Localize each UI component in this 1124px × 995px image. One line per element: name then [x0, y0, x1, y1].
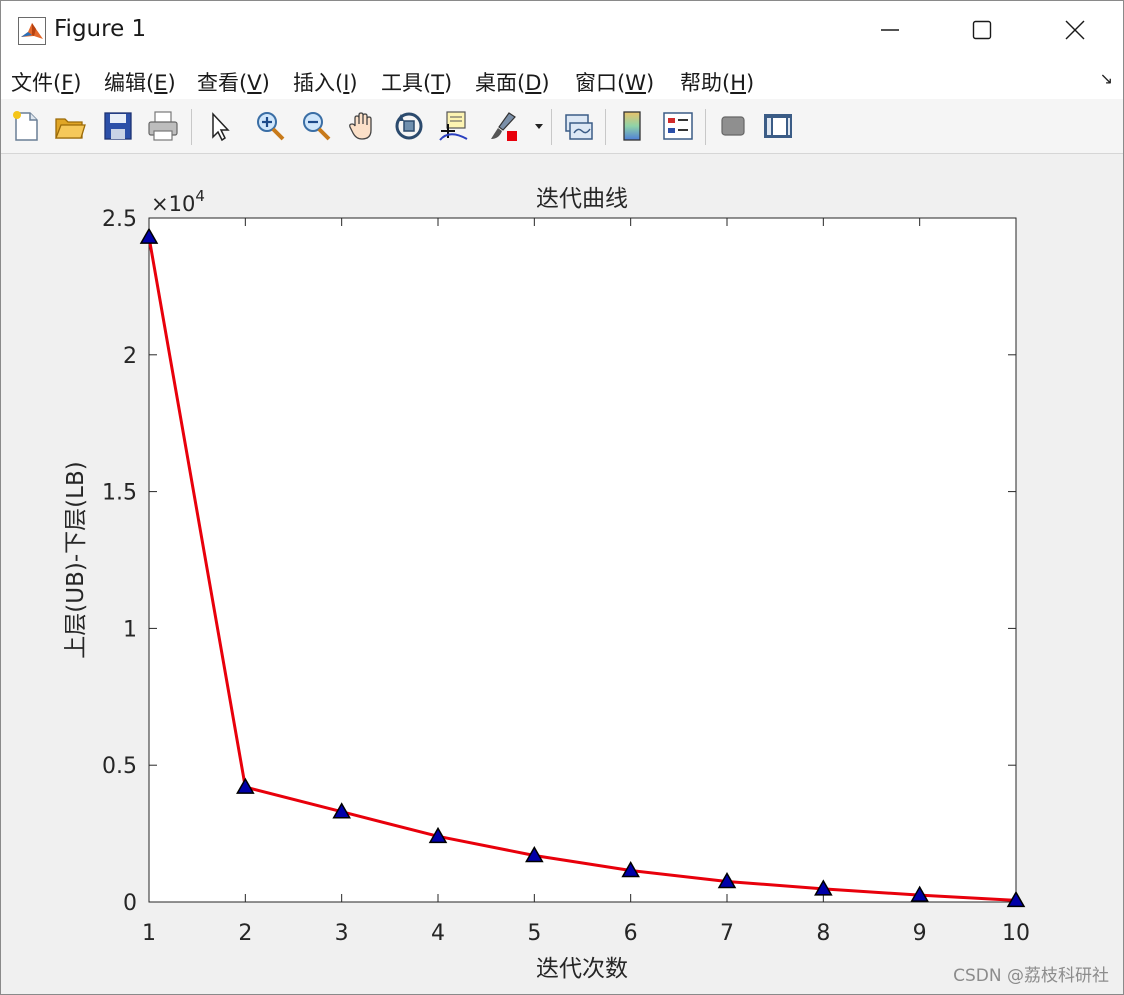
matlab-icon	[18, 17, 46, 45]
data-cursor-icon[interactable]	[437, 109, 471, 143]
show-plot-tools-icon[interactable]	[761, 109, 795, 143]
x-tick-label: 9	[913, 921, 927, 946]
menu-help[interactable]: 帮助(H)	[680, 67, 754, 97]
toolbar-separator	[551, 109, 552, 145]
watermark: CSDN @荔枝科研社	[953, 966, 1109, 986]
y-tick-label: 0.5	[102, 754, 137, 779]
chevron-down-icon[interactable]	[533, 121, 545, 131]
close-button[interactable]	[1029, 1, 1121, 59]
toolbar-separator	[191, 109, 192, 145]
menu-view[interactable]: 查看(V)	[197, 67, 270, 97]
menu-window[interactable]: 窗口(W)	[575, 67, 654, 97]
hide-plot-tools-icon[interactable]	[716, 109, 750, 143]
maximize-button[interactable]	[936, 1, 1028, 59]
menu-file[interactable]: 文件(F)	[11, 67, 82, 97]
maximize-icon	[972, 20, 992, 40]
menu-insert[interactable]: 插入(I)	[293, 67, 358, 97]
y-tick-label: 2	[123, 344, 137, 369]
open-icon[interactable]	[53, 109, 87, 143]
x-tick-label: 1	[142, 921, 156, 946]
figure-toolbar	[1, 99, 1123, 154]
y-tick-label: 1.5	[102, 481, 137, 506]
menu-bar: 文件(F) 编辑(E) 查看(V) 插入(I) 工具(T) 桌面(D) 窗口(W…	[1, 59, 1123, 99]
window-title: Figure 1	[54, 16, 147, 42]
pointer-icon[interactable]	[203, 109, 237, 143]
menu-tools[interactable]: 工具(T)	[381, 67, 452, 97]
toolbar-separator	[605, 109, 606, 145]
minimize-button[interactable]	[844, 1, 936, 59]
x-tick-label: 2	[238, 921, 252, 946]
save-icon[interactable]	[101, 109, 135, 143]
y-exponent-label: ×104	[151, 187, 205, 216]
link-plot-icon[interactable]	[561, 109, 595, 143]
close-icon	[1065, 20, 1085, 40]
x-tick-label: 3	[335, 921, 349, 946]
x-tick-label: 7	[720, 921, 734, 946]
x-tick-label: 5	[527, 921, 541, 946]
chart-title: 迭代曲线	[536, 186, 628, 212]
figure-window: Figure 1 文件(F) 编辑(E) 查看(V) 插入(I) 工具(T) 桌…	[0, 0, 1124, 995]
title-bar[interactable]: Figure 1	[1, 1, 1123, 59]
figure-canvas: 1 2 3 4 5 6 7 8 9 10 0 0.5 1 1.5 2 2.5 迭代曲线 迭代次数 上层(UB)…	[1, 154, 1123, 994]
y-axis-label: 上层(UB)-下层(LB)	[63, 461, 89, 658]
brush-icon[interactable]	[487, 109, 521, 143]
legend-icon[interactable]	[661, 109, 695, 143]
rotate-3d-icon[interactable]	[392, 109, 426, 143]
x-tick-label: 8	[816, 921, 830, 946]
y-tick-label: 2.5	[102, 207, 137, 232]
zoom-out-icon[interactable]	[299, 109, 333, 143]
axes-box[interactable]	[148, 217, 1017, 903]
print-icon[interactable]	[146, 109, 180, 143]
chart[interactable]: 1 2 3 4 5 6 7 8 9 10 0 0.5 1 1.5 2 2.5 迭代曲线 迭代次数 上层(UB)…	[1, 154, 1123, 994]
x-tick-label: 4	[431, 921, 445, 946]
minimize-icon	[881, 29, 899, 31]
menu-edit[interactable]: 编辑(E)	[104, 67, 176, 97]
x-tick-label: 6	[624, 921, 638, 946]
colorbar-icon[interactable]	[615, 109, 649, 143]
dock-arrow-icon[interactable]: ↘	[1100, 69, 1113, 88]
new-figure-icon[interactable]	[9, 109, 43, 143]
pan-icon[interactable]	[346, 109, 380, 143]
toolbar-separator	[705, 109, 706, 145]
y-tick-label: 0	[123, 891, 137, 916]
x-tick-label: 10	[1002, 921, 1030, 946]
x-axis-label: 迭代次数	[536, 956, 628, 982]
y-tick-label: 1	[123, 617, 137, 642]
zoom-in-icon[interactable]	[253, 109, 287, 143]
menu-desktop[interactable]: 桌面(D)	[475, 67, 550, 97]
